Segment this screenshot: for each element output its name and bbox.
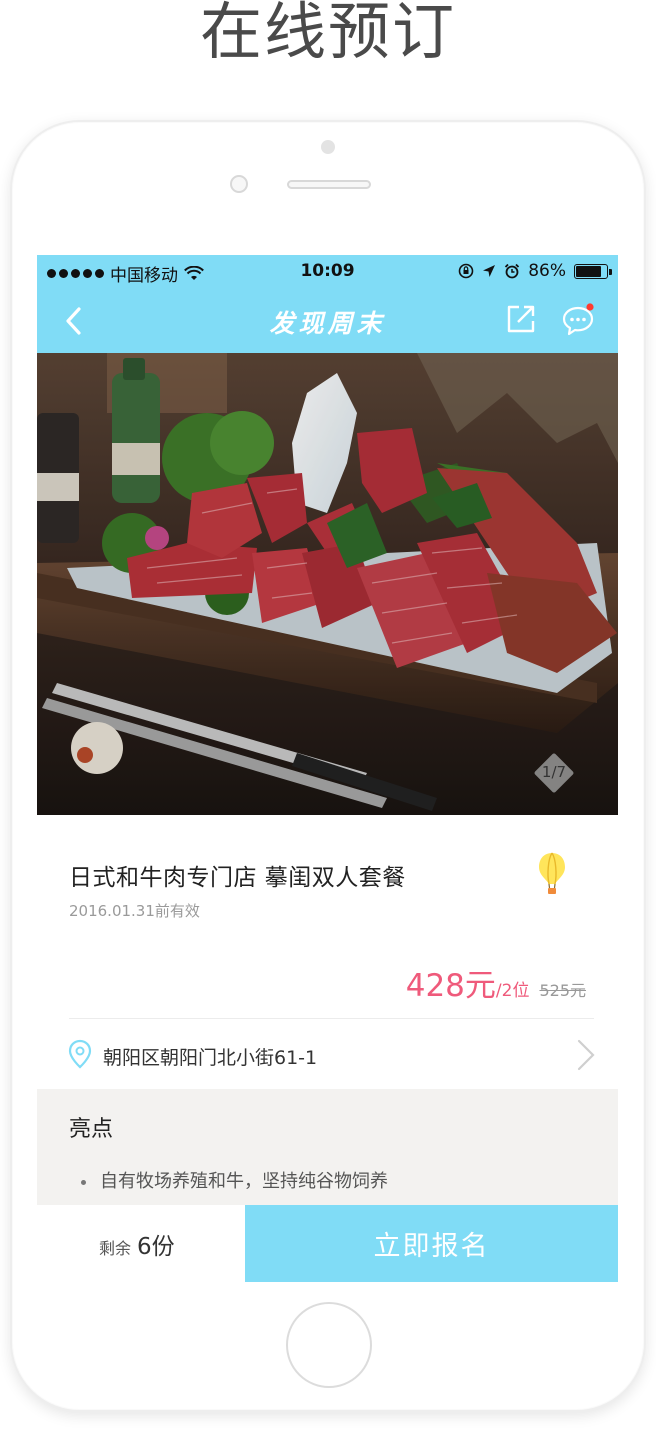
bottom-bar: 剩余 6份 立即报名 xyxy=(37,1205,618,1282)
highlight-item: 自有牧场养殖和牛，坚持纯谷物饲养 xyxy=(81,1167,388,1193)
battery-percent: 86% xyxy=(528,261,566,281)
deal-photo[interactable]: 1/7 xyxy=(37,353,618,815)
price-unit: /2位 xyxy=(495,981,530,1001)
deal-price: 428元 xyxy=(405,968,496,1004)
signup-button[interactable]: 立即报名 xyxy=(245,1205,618,1282)
alarm-clock-icon xyxy=(505,263,520,279)
share-icon[interactable] xyxy=(505,303,537,335)
home-button[interactable] xyxy=(286,1302,372,1388)
location-pin-icon xyxy=(68,1039,92,1069)
earpiece-speaker xyxy=(287,180,371,189)
address-text: 朝阳区朝阳门北小街61-1 xyxy=(103,1047,318,1069)
wagyu-platter-image xyxy=(37,353,618,815)
remaining-stock: 剩余 6份 xyxy=(99,1234,175,1260)
front-camera xyxy=(230,175,248,193)
bullet-icon xyxy=(81,1179,86,1185)
hot-air-balloon-icon[interactable] xyxy=(537,851,567,897)
address-row[interactable]: 朝阳区朝阳门北小街61-1 xyxy=(37,1019,618,1089)
page: 在线预订 中国移动 10:09 86% 发现周末 1/7 日式和牛肉专门店 摹闺… xyxy=(0,0,656,1430)
original-price: 525元 xyxy=(539,981,586,1000)
headline: 在线预订 xyxy=(199,0,456,68)
proximity-sensor xyxy=(321,140,335,154)
chevron-right-icon xyxy=(577,1039,595,1071)
deal-valid-date: 2016.01.31前有效 xyxy=(69,902,200,920)
highlights-title: 亮点 xyxy=(69,1117,114,1142)
status-bar: 中国移动 10:09 86% xyxy=(37,255,618,287)
deal-title: 日式和牛肉专门店 摹闺双人套餐 xyxy=(69,865,406,891)
price-row: 428元 /2位 525元 xyxy=(406,960,586,1005)
app-screen: 中国移动 10:09 86% 发现周末 1/7 日式和牛肉专门店 摹闺双人套餐 … xyxy=(37,255,618,1282)
gallery-counter: 1/7 xyxy=(533,752,575,794)
nav-bar: 发现周末 xyxy=(37,287,618,353)
battery-icon xyxy=(574,263,612,279)
location-arrow-icon xyxy=(483,265,496,277)
rotation-lock-icon xyxy=(458,263,474,279)
chat-icon[interactable] xyxy=(561,303,595,337)
